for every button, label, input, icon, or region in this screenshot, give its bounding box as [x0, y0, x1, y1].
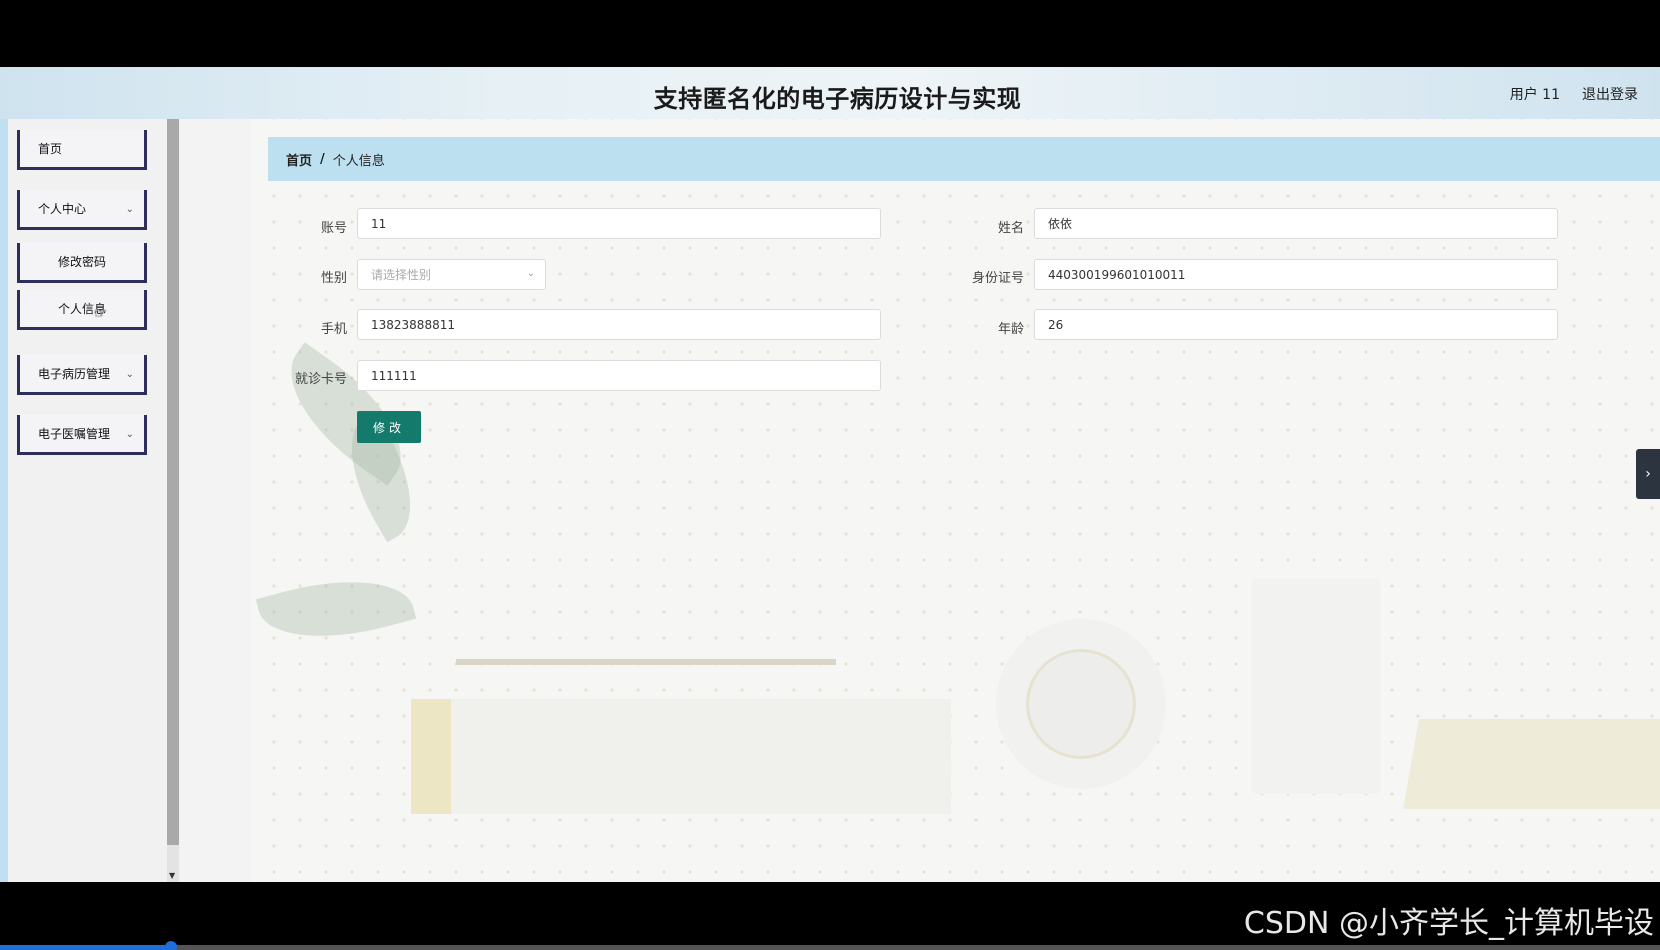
account-input[interactable]: 11 — [357, 208, 881, 239]
logout-link[interactable]: 退出登录 — [1582, 84, 1638, 104]
block-decoration — [1403, 719, 1660, 809]
sidebar-item-label: 电子病历管理 — [38, 367, 111, 381]
id-number-label: 身份证号 — [971, 271, 1024, 286]
chevron-down-icon: ⌄ — [125, 204, 134, 215]
hand-cursor-icon: ☞ — [94, 304, 108, 322]
page-title: 支持匿名化的电子病历设计与实现 — [653, 85, 1022, 113]
phone-input[interactable]: 13823888811 — [357, 309, 881, 340]
gender-select-placeholder: 请选择性别 — [371, 268, 432, 282]
sidebar-scrollbar[interactable]: ▼ — [167, 119, 179, 882]
sidebar-item-label: 修改密码 — [57, 255, 106, 269]
watermark: CSDN @小齐学长_计算机毕设 — [1243, 906, 1654, 941]
sidebar-item-label: 个人中心 — [38, 202, 87, 216]
sidebar-item-personal-info[interactable]: 个人信息 — [17, 290, 147, 330]
chevron-down-icon: ⌄ — [526, 268, 535, 279]
top-header: 支持匿名化的电子病历设计与实现 用户 11 退出登录 — [0, 67, 1660, 119]
breadcrumb-current: 个人信息 — [332, 153, 385, 169]
sidebar-item-order-management[interactable]: 电子医嘱管理 ⌄ — [17, 415, 147, 455]
podium-box-decoration — [411, 699, 951, 814]
age-label: 年龄 — [997, 322, 1024, 337]
ring-decoration — [996, 619, 1166, 789]
shelf-decoration — [456, 659, 836, 665]
chevron-down-icon: ⌄ — [125, 369, 134, 380]
card-number-input[interactable]: 111111 — [357, 360, 881, 391]
chevron-down-icon: ⌄ — [125, 429, 134, 440]
gender-label: 性别 — [320, 271, 347, 286]
sidebar-item-label: 电子医嘱管理 — [38, 427, 111, 441]
sidebar-item-home[interactable]: 首页 — [17, 130, 147, 170]
video-progress-bar[interactable] — [0, 941, 1660, 950]
name-label: 姓名 — [997, 221, 1024, 236]
progress-handle[interactable] — [165, 941, 177, 950]
sidebar — [8, 119, 167, 882]
sidebar-item-label: 首页 — [38, 142, 63, 156]
app-window: 支持匿名化的电子病历设计与实现 用户 11 退出登录 首页 个人中心 ⌄ 修改密… — [0, 0, 1660, 950]
progress-fill — [0, 945, 172, 950]
breadcrumb: 首页 / 个人信息 — [268, 137, 1660, 181]
age-input[interactable]: 26 — [1034, 309, 1558, 340]
gender-select[interactable]: 请选择性别 ⌄ — [357, 259, 546, 290]
account-label: 账号 — [320, 221, 347, 236]
breadcrumb-separator: / — [320, 151, 325, 167]
chevron-right-icon[interactable]: › — [1636, 449, 1660, 499]
cylinder-decoration — [1251, 579, 1381, 794]
main-content: 首页 / 个人信息 账号 11 姓名 依依 性别 请选择性别 ⌄ 身份证号 44… — [179, 119, 1660, 882]
scroll-down-arrow-icon[interactable]: ▼ — [169, 872, 175, 880]
sidebar-item-change-password[interactable]: 修改密码 — [17, 243, 147, 283]
current-user-label: 用户 11 — [1509, 87, 1560, 103]
scrollbar-thumb[interactable] — [167, 119, 179, 845]
edit-button[interactable]: 修改 — [357, 411, 421, 443]
name-input[interactable]: 依依 — [1034, 208, 1558, 239]
card-number-label: 就诊卡号 — [294, 372, 347, 387]
breadcrumb-home-link[interactable]: 首页 — [286, 150, 312, 169]
sidebar-item-emr-management[interactable]: 电子病历管理 ⌄ — [17, 355, 147, 395]
sidebar-item-personal-center[interactable]: 个人中心 ⌄ — [17, 190, 147, 230]
id-number-input[interactable]: 440300199601010011 — [1034, 259, 1558, 290]
phone-label: 手机 — [320, 322, 347, 337]
plant-leaf-decoration — [255, 560, 417, 658]
